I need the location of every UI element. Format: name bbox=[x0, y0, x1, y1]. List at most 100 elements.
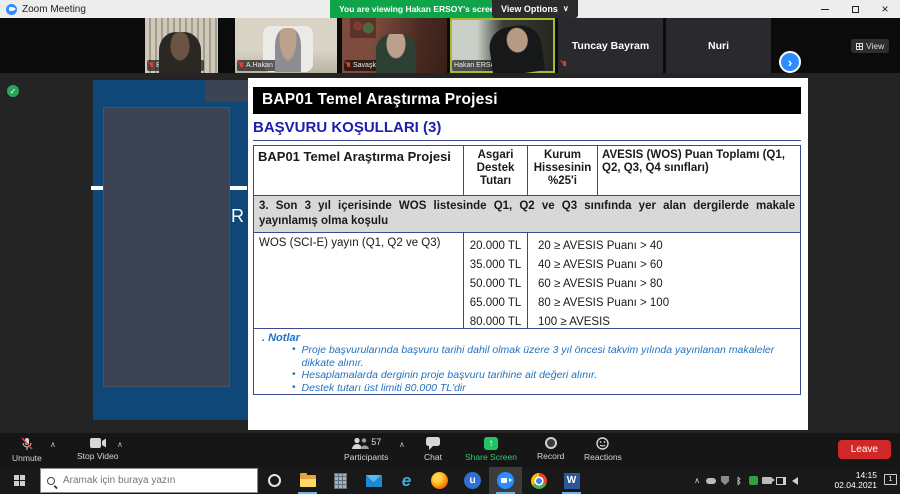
bullet-icon: • bbox=[292, 344, 296, 369]
muted-mic-icon bbox=[562, 61, 567, 69]
participants-options-caret[interactable]: ∧ bbox=[399, 440, 405, 449]
shared-screen-area: ✓ R BAP01 Temel Araştırma Projesi BAŞVUR… bbox=[0, 73, 900, 433]
windows-logo-icon bbox=[14, 475, 26, 487]
participant-name: Nuri bbox=[708, 40, 729, 52]
video-tile-no-video[interactable]: Tuncay Bayram bbox=[558, 18, 663, 73]
grid-view-icon bbox=[856, 43, 863, 50]
chat-icon bbox=[426, 437, 440, 450]
notes-box: . Notlar •Proje başvurularında başvuru t… bbox=[253, 328, 801, 395]
view-button-label: View bbox=[866, 41, 884, 51]
close-icon: × bbox=[881, 2, 888, 16]
participant-name: Savaşkan Yıl... bbox=[353, 61, 400, 70]
amount-value: 50.000 TL bbox=[464, 275, 527, 294]
handle-left bbox=[91, 186, 103, 190]
taskbar-explorer-button[interactable] bbox=[291, 467, 324, 494]
amount-value: 80.000 TL bbox=[464, 313, 527, 332]
zoom-meeting-window: Zoom Meeting You are viewing Hakan ERSOY… bbox=[0, 0, 900, 494]
mic-muted-icon bbox=[21, 437, 33, 451]
taskbar-calculator-button[interactable] bbox=[324, 467, 357, 494]
bluetooth-icon[interactable]: ᛒ bbox=[734, 476, 744, 486]
reactions-smiley-icon bbox=[596, 437, 609, 450]
unmute-label: Unmute bbox=[12, 453, 42, 463]
participant-name: Tuncay Bayram bbox=[572, 40, 649, 52]
start-button[interactable] bbox=[0, 467, 40, 494]
header-cell: Kurum Hissesinin %25'i bbox=[528, 146, 598, 195]
amount-value: 20.000 TL bbox=[464, 237, 527, 256]
taskbar-uapp-button[interactable]: u bbox=[456, 467, 489, 494]
view-layout-button[interactable]: View bbox=[851, 39, 889, 53]
taskbar-chrome-button[interactable] bbox=[522, 467, 555, 494]
muted-mic-icon bbox=[149, 62, 154, 70]
slide-banner-title: BAP01 Temel Araştırma Projesi bbox=[253, 87, 801, 114]
criteria-table: BAP01 Temel Araştırma Projesi Asgari Des… bbox=[253, 145, 801, 329]
calculator-icon bbox=[334, 473, 347, 489]
window-title: Zoom Meeting bbox=[22, 4, 86, 15]
unmute-button[interactable]: Unmute bbox=[12, 437, 42, 463]
stop-video-label: Stop Video bbox=[77, 451, 118, 461]
row-label-cell: WOS (SCI-E) yayın (Q1, Q2 ve Q3) bbox=[254, 233, 464, 328]
participants-button[interactable]: 57 Participants bbox=[344, 437, 388, 462]
video-tile-active-speaker[interactable]: Hakan ERSOY bbox=[450, 18, 555, 73]
slide-placeholder-box bbox=[103, 107, 230, 387]
volume-icon[interactable] bbox=[790, 476, 800, 486]
show-hidden-icons-button[interactable]: ∧ bbox=[692, 476, 702, 486]
slide-heading: BAŞVURU KOŞULLARI (3) bbox=[253, 119, 801, 141]
participants-icon bbox=[351, 437, 369, 450]
close-button[interactable]: × bbox=[870, 0, 900, 18]
muted-mic-icon bbox=[239, 62, 244, 70]
next-participants-button[interactable]: › bbox=[779, 51, 801, 73]
minimize-button[interactable] bbox=[810, 0, 840, 18]
security-check-icon: ✓ bbox=[7, 85, 19, 97]
video-tile[interactable]: A.Hakan Yılm... bbox=[235, 18, 337, 73]
taskbar-mail-button[interactable] bbox=[357, 467, 390, 494]
taskbar-ie-button[interactable]: e bbox=[390, 467, 423, 494]
avesis-range: 40 ≥ AVESIS Puanı > 60 bbox=[538, 256, 800, 275]
header-cell: AVESIS (WOS) Puan Toplamı (Q1, Q2, Q3, Q… bbox=[598, 146, 800, 195]
chat-label: Chat bbox=[424, 452, 442, 462]
share-screen-button[interactable]: ↑ Share Screen bbox=[465, 437, 517, 462]
chat-button[interactable]: Chat bbox=[424, 437, 442, 462]
view-options-label: View Options bbox=[501, 0, 558, 18]
leave-button[interactable]: Leave bbox=[838, 440, 891, 459]
record-button[interactable]: Record bbox=[537, 437, 564, 461]
windows-taskbar: e u W ∧ ᛒ 14:15 02.04.2021 1 bbox=[0, 467, 900, 494]
reactions-label: Reactions bbox=[584, 452, 622, 462]
taskbar-word-button[interactable]: W bbox=[555, 467, 588, 494]
video-tile-no-video[interactable]: Nuri bbox=[666, 18, 771, 73]
avesis-range: 20 ≥ AVESIS Puanı > 40 bbox=[538, 237, 800, 256]
participant-name: Hakan ERSOY bbox=[454, 61, 501, 70]
maximize-icon bbox=[852, 6, 859, 13]
note-item: •Proje başvurularında başvuru tarihi dah… bbox=[262, 344, 792, 369]
action-center-button[interactable]: 1 bbox=[884, 474, 897, 485]
camera-tray-icon[interactable] bbox=[762, 476, 772, 486]
amount-value: 65.000 TL bbox=[464, 294, 527, 313]
taskbar-zoom-button[interactable] bbox=[489, 467, 522, 494]
view-options-button[interactable]: View Options ∨ bbox=[492, 0, 578, 18]
taskbar-search[interactable] bbox=[40, 468, 258, 493]
participants-count: 57 bbox=[371, 437, 381, 447]
minimize-icon bbox=[821, 9, 829, 10]
mail-icon bbox=[366, 475, 382, 487]
search-input[interactable] bbox=[61, 474, 241, 487]
taskbar-firefox-button[interactable] bbox=[423, 467, 456, 494]
table-header-row: BAP01 Temel Araştırma Projesi Asgari Des… bbox=[254, 146, 800, 196]
maximize-button[interactable] bbox=[840, 0, 870, 18]
taskbar-cortana-button[interactable] bbox=[258, 467, 291, 494]
handle-right bbox=[230, 186, 247, 190]
antivirus-icon[interactable] bbox=[748, 476, 758, 486]
taskbar-clock[interactable]: 14:15 02.04.2021 bbox=[834, 470, 877, 490]
presentation-slide: BAP01 Temel Araştırma Projesi BAŞVURU KO… bbox=[248, 78, 808, 430]
onedrive-icon[interactable] bbox=[706, 476, 716, 486]
shield-icon[interactable] bbox=[720, 476, 730, 486]
amount-value: 35.000 TL bbox=[464, 256, 527, 275]
amounts-cell: 20.000 TL 35.000 TL 50.000 TL 65.000 TL … bbox=[464, 233, 528, 328]
participants-label: Participants bbox=[344, 452, 388, 462]
avesis-cell: 20 ≥ AVESIS Puanı > 40 40 ≥ AVESIS Puanı… bbox=[528, 233, 800, 328]
stop-video-button[interactable]: Stop Video bbox=[77, 437, 118, 461]
video-tile[interactable]: Bahadır Özg... bbox=[145, 18, 218, 73]
reactions-button[interactable]: Reactions bbox=[584, 437, 622, 462]
record-label: Record bbox=[537, 451, 564, 461]
video-options-caret[interactable]: ∧ bbox=[117, 440, 123, 449]
video-tile[interactable]: Savaşkan Yıl... bbox=[342, 18, 447, 73]
mic-options-caret[interactable]: ∧ bbox=[50, 440, 56, 449]
